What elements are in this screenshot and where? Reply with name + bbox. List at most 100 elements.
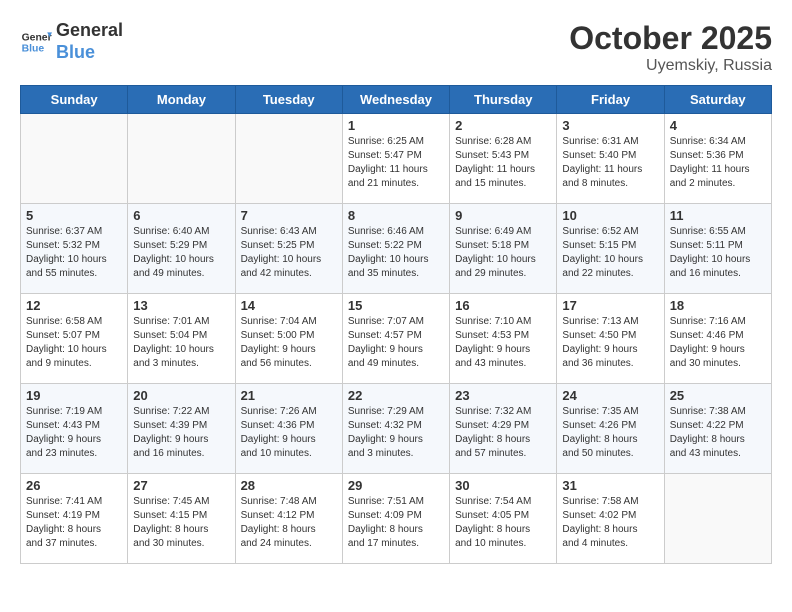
day-info: Sunrise: 7:54 AM Sunset: 4:05 PM Dayligh… <box>455 495 551 551</box>
day-info: Sunrise: 7:16 AM Sunset: 4:46 PM Dayligh… <box>670 315 766 371</box>
calendar-body: 1Sunrise: 6:25 AM Sunset: 5:47 PM Daylig… <box>21 114 772 564</box>
weekday-row: SundayMondayTuesdayWednesdayThursdayFrid… <box>21 86 772 114</box>
day-info: Sunrise: 6:34 AM Sunset: 5:36 PM Dayligh… <box>670 135 766 191</box>
calendar-week-row: 12 Sunrise: 6:58 AM Sunset: 5:07 PM Dayli… <box>21 294 772 384</box>
day-info: Sunrise: 7:58 AM Sunset: 4:02 PM Dayligh… <box>562 495 658 551</box>
day-info: Sunrise: 7:35 AM Sunset: 4:26 PM Dayligh… <box>562 405 658 461</box>
day-info: Sunrise: 7:10 AM Sunset: 4:53 PM Dayligh… <box>455 315 551 371</box>
calendar-cell <box>235 114 342 204</box>
page-header: General Blue General Blue October 2025 U… <box>20 20 772 75</box>
day-info: Sunrise: 6:40 AM Sunset: 5:29 PM Dayligh… <box>133 225 229 281</box>
calendar-cell: 18Sunrise: 7:16 AM Sunset: 4:46 PM Dayli… <box>664 294 771 384</box>
calendar-cell: 31 Sunrise: 7:58 AM Sunset: 4:02 PM Dayli… <box>557 474 664 564</box>
logo-icon: General Blue <box>20 26 52 58</box>
weekday-header: Thursday <box>450 86 557 114</box>
day-info: Sunrise: 7:48 AM Sunset: 4:12 PM Dayligh… <box>241 495 337 551</box>
calendar-cell: 24 Sunrise: 7:35 AM Sunset: 4:26 PM Dayli… <box>557 384 664 474</box>
day-info: Sunrise: 6:28 AM Sunset: 5:43 PM Dayligh… <box>455 135 551 191</box>
title-block: October 2025 Uyemskiy, Russia <box>569 20 772 75</box>
calendar-cell: 27Sunrise: 7:45 AM Sunset: 4:15 PM Dayli… <box>128 474 235 564</box>
calendar-cell: 6Sunrise: 6:40 AM Sunset: 5:29 PM Daylig… <box>128 204 235 294</box>
calendar-cell <box>664 474 771 564</box>
calendar-cell: 14 Sunrise: 7:04 AM Sunset: 5:00 PM Dayli… <box>235 294 342 384</box>
day-number: 24 <box>562 388 658 403</box>
month-title: October 2025 <box>569 20 772 57</box>
day-number: 13 <box>133 298 229 313</box>
weekday-header: Saturday <box>664 86 771 114</box>
day-number: 23 <box>455 388 551 403</box>
svg-text:Blue: Blue <box>22 43 45 54</box>
calendar-cell: 1Sunrise: 6:25 AM Sunset: 5:47 PM Daylig… <box>342 114 449 204</box>
day-number: 2 <box>455 118 551 133</box>
day-number: 19 <box>26 388 122 403</box>
day-number: 9 <box>455 208 551 223</box>
calendar-cell: 15 Sunrise: 7:07 AM Sunset: 4:57 PM Dayli… <box>342 294 449 384</box>
day-info: Sunrise: 7:45 AM Sunset: 4:15 PM Dayligh… <box>133 495 229 551</box>
weekday-header: Friday <box>557 86 664 114</box>
day-number: 1 <box>348 118 444 133</box>
day-info: Sunrise: 6:43 AM Sunset: 5:25 PM Dayligh… <box>241 225 337 281</box>
day-number: 5 <box>26 208 122 223</box>
calendar-cell: 28 Sunrise: 7:48 AM Sunset: 4:12 PM Dayli… <box>235 474 342 564</box>
day-number: 25 <box>670 388 766 403</box>
weekday-header: Monday <box>128 86 235 114</box>
day-number: 11 <box>670 208 766 223</box>
day-number: 26 <box>26 478 122 493</box>
day-info: Sunrise: 6:58 AM Sunset: 5:07 PM Dayligh… <box>26 315 122 371</box>
day-number: 8 <box>348 208 444 223</box>
calendar-cell: 26Sunrise: 7:41 AM Sunset: 4:19 PM Dayli… <box>21 474 128 564</box>
calendar-cell: 4Sunrise: 6:34 AM Sunset: 5:36 PM Daylig… <box>664 114 771 204</box>
calendar-cell: 29 Sunrise: 7:51 AM Sunset: 4:09 PM Dayli… <box>342 474 449 564</box>
day-info: Sunrise: 7:07 AM Sunset: 4:57 PM Dayligh… <box>348 315 444 371</box>
calendar-cell: 22 Sunrise: 7:29 AM Sunset: 4:32 PM Dayli… <box>342 384 449 474</box>
calendar-cell: 13 Sunrise: 7:01 AM Sunset: 5:04 PM Dayli… <box>128 294 235 384</box>
day-number: 20 <box>133 388 229 403</box>
calendar-cell <box>21 114 128 204</box>
day-info: Sunrise: 7:19 AM Sunset: 4:43 PM Dayligh… <box>26 405 122 461</box>
calendar-cell: 7 Sunrise: 6:43 AM Sunset: 5:25 PM Daylig… <box>235 204 342 294</box>
calendar-cell: 10Sunrise: 6:52 AM Sunset: 5:15 PM Dayli… <box>557 204 664 294</box>
day-info: Sunrise: 6:52 AM Sunset: 5:15 PM Dayligh… <box>562 225 658 281</box>
svg-text:General: General <box>22 32 52 43</box>
day-info: Sunrise: 7:13 AM Sunset: 4:50 PM Dayligh… <box>562 315 658 371</box>
day-info: Sunrise: 7:26 AM Sunset: 4:36 PM Dayligh… <box>241 405 337 461</box>
day-info: Sunrise: 7:32 AM Sunset: 4:29 PM Dayligh… <box>455 405 551 461</box>
day-number: 21 <box>241 388 337 403</box>
calendar-cell: 19 Sunrise: 7:19 AM Sunset: 4:43 PM Dayli… <box>21 384 128 474</box>
day-info: Sunrise: 6:49 AM Sunset: 5:18 PM Dayligh… <box>455 225 551 281</box>
day-number: 28 <box>241 478 337 493</box>
calendar-cell: 21 Sunrise: 7:26 AM Sunset: 4:36 PM Dayli… <box>235 384 342 474</box>
day-number: 16 <box>455 298 551 313</box>
day-info: Sunrise: 7:51 AM Sunset: 4:09 PM Dayligh… <box>348 495 444 551</box>
calendar-cell: 8 Sunrise: 6:46 AM Sunset: 5:22 PM Daylig… <box>342 204 449 294</box>
day-number: 31 <box>562 478 658 493</box>
calendar-cell: 3Sunrise: 6:31 AM Sunset: 5:40 PM Daylig… <box>557 114 664 204</box>
day-info: Sunrise: 7:38 AM Sunset: 4:22 PM Dayligh… <box>670 405 766 461</box>
day-number: 14 <box>241 298 337 313</box>
day-info: Sunrise: 7:04 AM Sunset: 5:00 PM Dayligh… <box>241 315 337 371</box>
calendar-cell: 2 Sunrise: 6:28 AM Sunset: 5:43 PM Daylig… <box>450 114 557 204</box>
calendar-cell: 9 Sunrise: 6:49 AM Sunset: 5:18 PM Daylig… <box>450 204 557 294</box>
day-number: 15 <box>348 298 444 313</box>
day-info: Sunrise: 7:01 AM Sunset: 5:04 PM Dayligh… <box>133 315 229 371</box>
day-info: Sunrise: 6:55 AM Sunset: 5:11 PM Dayligh… <box>670 225 766 281</box>
calendar-cell <box>128 114 235 204</box>
day-number: 12 <box>26 298 122 313</box>
calendar-cell: 23 Sunrise: 7:32 AM Sunset: 4:29 PM Dayli… <box>450 384 557 474</box>
calendar-cell: 20 Sunrise: 7:22 AM Sunset: 4:39 PM Dayli… <box>128 384 235 474</box>
calendar-cell: 5Sunrise: 6:37 AM Sunset: 5:32 PM Daylig… <box>21 204 128 294</box>
day-info: Sunrise: 7:22 AM Sunset: 4:39 PM Dayligh… <box>133 405 229 461</box>
calendar-cell: 16 Sunrise: 7:10 AM Sunset: 4:53 PM Dayli… <box>450 294 557 384</box>
day-number: 29 <box>348 478 444 493</box>
day-info: Sunrise: 6:31 AM Sunset: 5:40 PM Dayligh… <box>562 135 658 191</box>
calendar-cell: 25 Sunrise: 7:38 AM Sunset: 4:22 PM Dayli… <box>664 384 771 474</box>
calendar-week-row: 26Sunrise: 7:41 AM Sunset: 4:19 PM Dayli… <box>21 474 772 564</box>
calendar-cell: 17Sunrise: 7:13 AM Sunset: 4:50 PM Dayli… <box>557 294 664 384</box>
logo: General Blue General Blue <box>20 20 123 63</box>
day-number: 7 <box>241 208 337 223</box>
day-info: Sunrise: 6:46 AM Sunset: 5:22 PM Dayligh… <box>348 225 444 281</box>
day-info: Sunrise: 7:29 AM Sunset: 4:32 PM Dayligh… <box>348 405 444 461</box>
weekday-header: Tuesday <box>235 86 342 114</box>
calendar-week-row: 19 Sunrise: 7:19 AM Sunset: 4:43 PM Dayli… <box>21 384 772 474</box>
day-number: 22 <box>348 388 444 403</box>
